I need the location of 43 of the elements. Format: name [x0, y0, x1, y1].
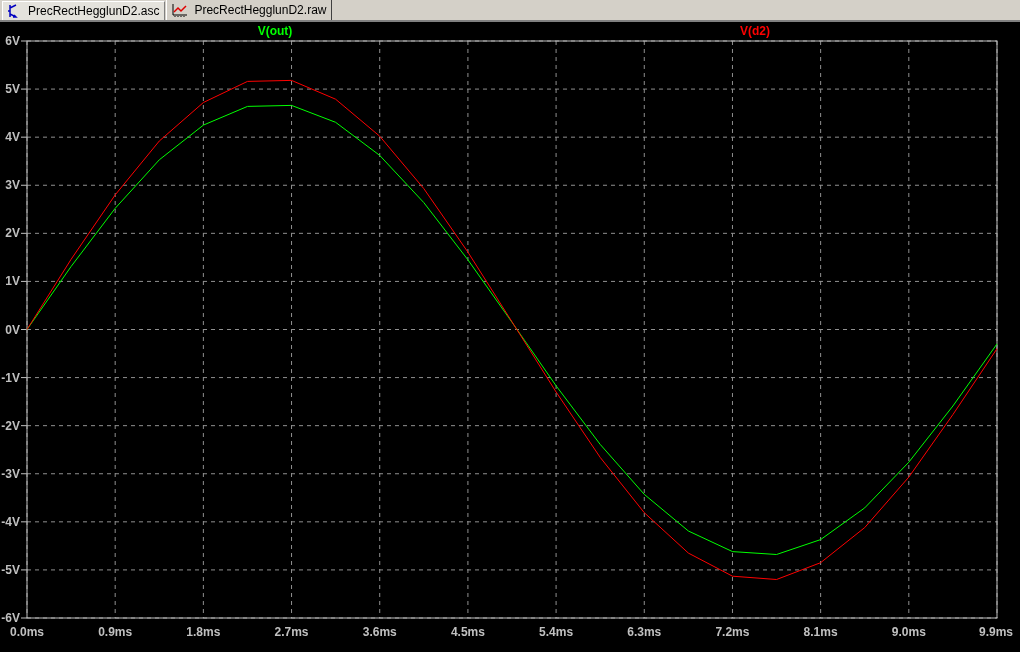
axis-label: 4.5ms — [450, 625, 485, 639]
axis-label: -1V — [1, 370, 20, 385]
trace-label[interactable]: V(d2) — [740, 24, 770, 38]
tick-mark — [20, 280, 28, 282]
tick-mark — [20, 377, 28, 379]
axis-label: 4V — [5, 130, 20, 145]
tick-mark — [20, 521, 28, 523]
tick-mark — [20, 617, 28, 619]
tick-mark — [20, 184, 28, 186]
axis-label: 3.6ms — [362, 625, 397, 639]
axis-label: 6V — [5, 34, 20, 48]
tick-mark — [20, 569, 28, 571]
axis-label: 1V — [5, 274, 20, 289]
axis-label: 2V — [5, 226, 20, 241]
axis-label: 3V — [5, 178, 20, 193]
document-tab[interactable]: PrecRectHegglunD2.raw — [166, 0, 333, 20]
waveform-icon — [172, 3, 189, 17]
axis-label: 5V — [5, 82, 20, 97]
tick-mark — [20, 425, 28, 427]
tick-mark — [20, 329, 28, 330]
axis-label: -4V — [1, 514, 20, 529]
tick-mark — [20, 473, 28, 475]
axis-label: 0.9ms — [98, 625, 133, 639]
axis-label: 9.9ms — [979, 625, 1013, 639]
axis-label: -6V — [1, 611, 20, 625]
axis-label: 7.2ms — [715, 625, 750, 639]
tick-mark — [20, 40, 28, 42]
trace-label[interactable]: V(out) — [257, 24, 293, 38]
axis-label: 6.3ms — [627, 625, 662, 639]
axis-label: 9.0ms — [891, 625, 926, 639]
axis-label: -3V — [1, 466, 20, 481]
tick-mark — [20, 232, 28, 234]
axis-label: 0.0ms — [10, 625, 44, 639]
axis-label: 0V — [5, 322, 20, 337]
axis-label: 1.8ms — [186, 625, 221, 639]
tick-mark — [20, 136, 28, 138]
axis-label: -2V — [1, 418, 20, 433]
axis-label: 2.7ms — [274, 625, 309, 639]
axis-label: 5.4ms — [539, 625, 574, 639]
document-tab[interactable]: PrecRectHegglunD2.asc — [2, 1, 166, 20]
axis-label: -5V — [1, 562, 20, 577]
tick-mark — [20, 88, 28, 90]
axis-label: 8.1ms — [803, 625, 838, 639]
